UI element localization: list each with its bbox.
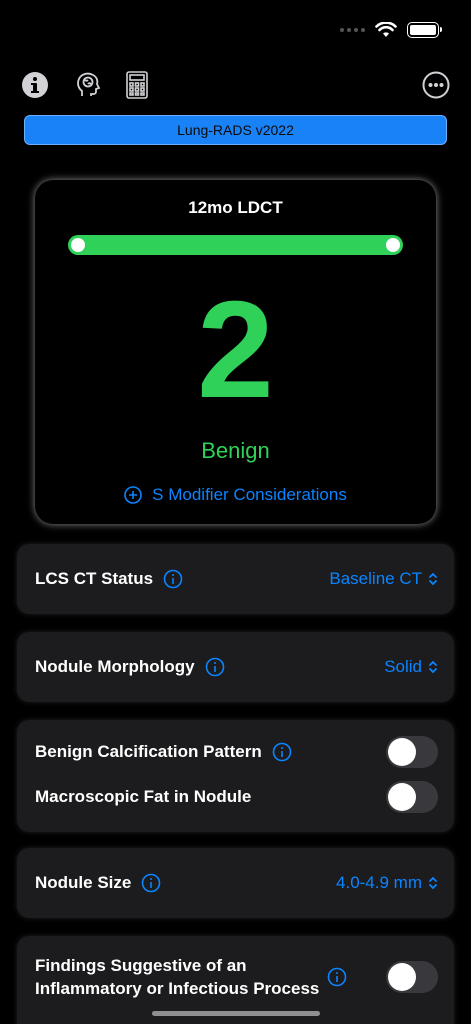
inflammatory-label: Findings Suggestive of an Inflammatory o… (35, 954, 319, 1000)
ellipsis-circle-icon[interactable] (421, 70, 451, 100)
lung-rads-score: 2 (197, 273, 274, 427)
home-indicator[interactable] (152, 1011, 320, 1016)
morphology-card: Nodule Morphology Solid (17, 632, 454, 702)
fat-label: Macroscopic Fat in Nodule (35, 787, 252, 806)
s-modifier-label: S Modifier Considerations (152, 485, 347, 504)
info-icon[interactable] (20, 70, 50, 100)
calcification-toggle[interactable] (386, 736, 438, 768)
nodule-size-card: Nodule Size 4.0-4.9 mm (17, 848, 454, 918)
inflammatory-label-line1: Findings Suggestive of an (35, 956, 247, 975)
battery-icon (407, 22, 442, 38)
ct-status-value: Baseline CT (329, 569, 422, 588)
progress-start-knob (71, 238, 85, 252)
info-circle-icon[interactable] (205, 657, 225, 677)
calcification-label: Benign Calcification Pattern (35, 742, 262, 761)
nodule-size-value: 4.0-4.9 mm (336, 873, 422, 892)
info-circle-icon[interactable] (141, 873, 161, 893)
nodule-size-picker[interactable]: 4.0-4.9 mm (336, 873, 438, 893)
ct-status-picker[interactable]: Baseline CT (329, 569, 438, 589)
result-title: 12mo LDCT (188, 198, 283, 217)
morphology-label: Nodule Morphology (35, 657, 195, 676)
inflammatory-label-line2: Inflammatory or Infectious Process (35, 979, 320, 998)
inflammatory-toggle[interactable] (386, 961, 438, 993)
nodule-size-label: Nodule Size (35, 873, 132, 892)
result-card: 12mo LDCT 2 Benign S Modifier Considerat… (35, 180, 436, 524)
status-bar (340, 22, 442, 38)
chevron-up-down-icon (429, 660, 437, 674)
calcification-fat-card: Benign Calcification Pattern Macroscopic… (17, 720, 454, 832)
version-selector-button[interactable]: Lung-RADS v2022 (24, 115, 447, 145)
plus-circle-icon (124, 486, 142, 504)
progress-end-knob (386, 238, 400, 252)
info-circle-icon[interactable] (327, 967, 347, 987)
result-progress-bar (68, 235, 403, 255)
chevron-up-down-icon (429, 572, 437, 586)
info-circle-icon[interactable] (163, 569, 183, 589)
fat-toggle[interactable] (386, 781, 438, 813)
morphology-picker[interactable]: Solid (384, 657, 438, 677)
morphology-value: Solid (384, 657, 422, 676)
ct-status-card: LCS CT Status Baseline CT (17, 544, 454, 614)
cellular-signal-icon (340, 28, 365, 32)
score-category-label: Benign (201, 438, 270, 463)
chevron-up-down-icon (429, 876, 437, 890)
version-label: Lung-RADS v2022 (177, 122, 294, 138)
wifi-icon (375, 22, 397, 37)
ct-status-label: LCS CT Status (35, 569, 154, 588)
s-modifier-button[interactable]: S Modifier Considerations (35, 485, 436, 505)
calculator-icon[interactable] (122, 70, 152, 100)
brain-head-icon[interactable] (73, 70, 103, 100)
info-circle-icon[interactable] (272, 742, 292, 762)
toolbar (20, 70, 451, 100)
